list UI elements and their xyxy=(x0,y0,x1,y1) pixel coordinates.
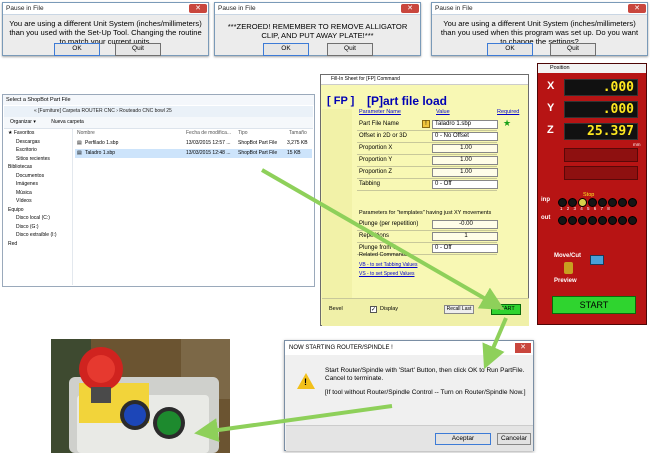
arrow-dialog-to-box xyxy=(194,404,393,442)
flow-arrows xyxy=(194,168,508,442)
arrow-file-to-start xyxy=(261,168,505,310)
arrow-start-to-dialog xyxy=(482,317,508,370)
